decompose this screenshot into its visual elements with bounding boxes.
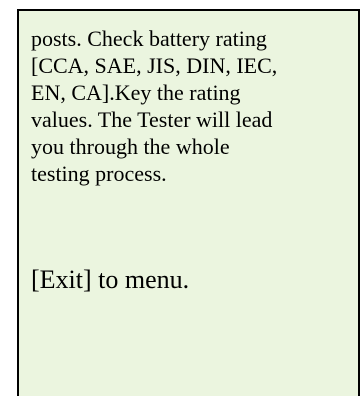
instructions-line: values. The Tester will lead <box>31 107 273 132</box>
instructions-line: [CCA, SAE, JIS, DIN, IEC, <box>31 53 278 78</box>
exit-hint: [Exit] to menu. <box>31 265 190 294</box>
tester-display-panel: posts. Check battery rating [CCA, SAE, J… <box>17 9 360 396</box>
instructions-line: EN, CA].Key the rating <box>31 80 241 105</box>
instructions-text: posts. Check battery rating [CCA, SAE, J… <box>31 25 351 187</box>
instructions-line: you through the whole <box>31 134 230 159</box>
instructions-line: testing process. <box>31 161 167 186</box>
instructions-line: posts. Check battery rating <box>31 26 267 51</box>
